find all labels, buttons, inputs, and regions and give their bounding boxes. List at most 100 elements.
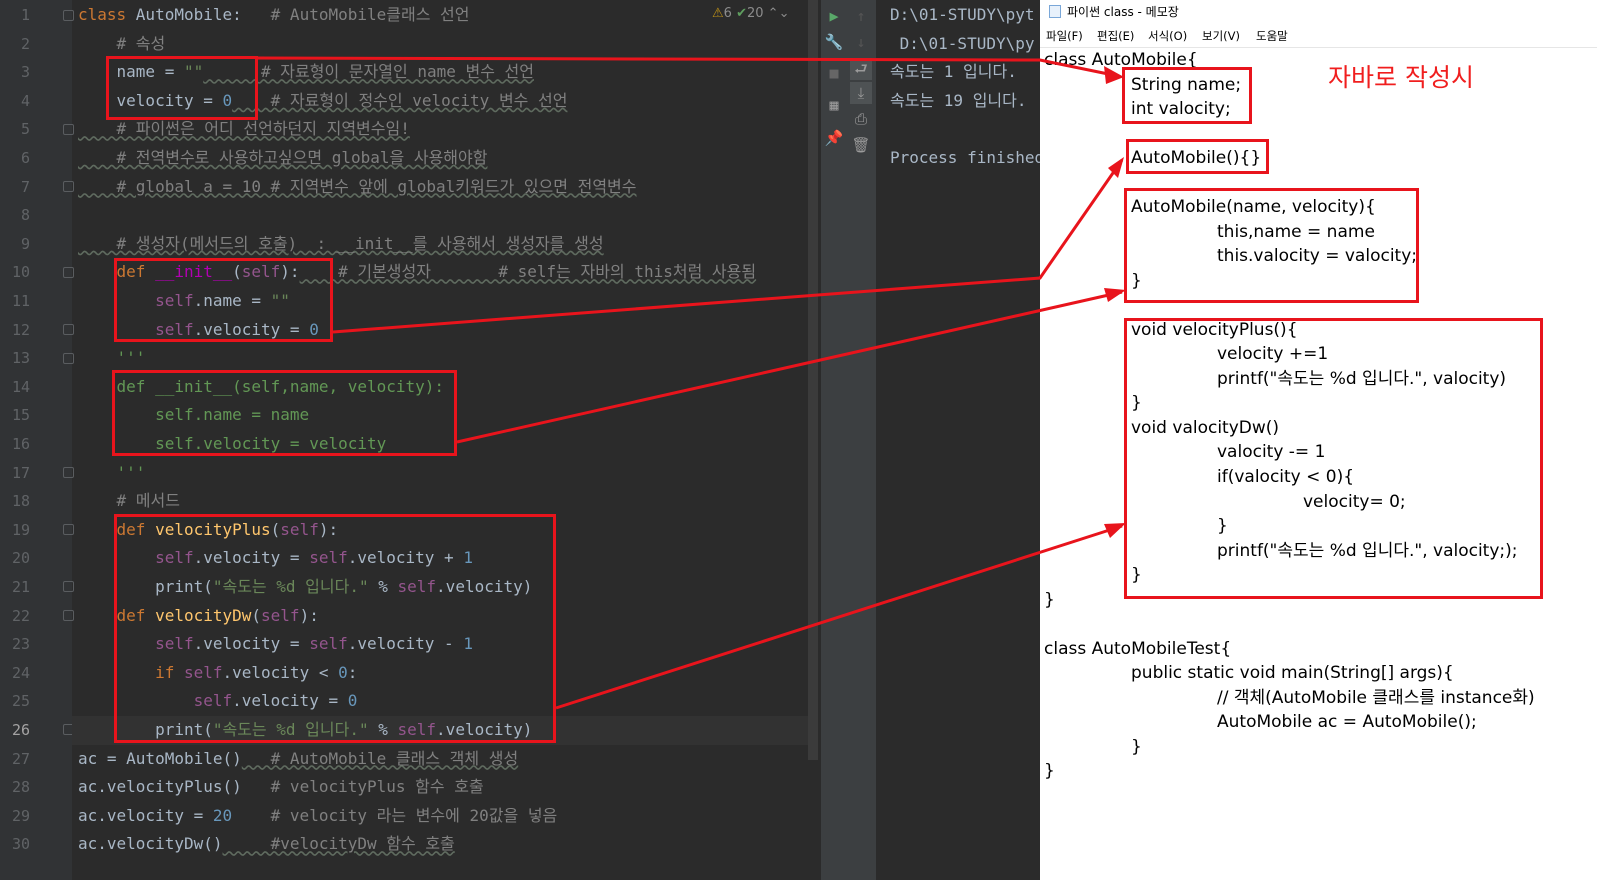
- comment: # 기본생성자 # self는 자바의 this처럼 사용됨: [299, 262, 757, 282]
- line-number: 20: [11, 549, 30, 568]
- line-number: 21: [11, 578, 30, 596]
- comment: # 파이썬은 어디 선언하던지 지역변수임!: [78, 119, 410, 139]
- line-number: 7: [20, 177, 30, 196]
- trash-icon[interactable]: 🗑: [850, 134, 872, 156]
- menu-edit[interactable]: 편집(E): [1097, 25, 1134, 47]
- line-number: 15: [11, 406, 30, 425]
- weak-warning-count: 20: [746, 6, 764, 21]
- code-line[interactable]: # 메서드: [78, 487, 180, 516]
- console-line: D:\01-STUDY\pyt: [890, 5, 1035, 24]
- run-icon[interactable]: ▶: [823, 5, 845, 27]
- warning-count: 6: [723, 6, 732, 21]
- code: ac.velocityPlus(): [78, 777, 242, 797]
- fold-marker-icon[interactable]: [63, 467, 74, 478]
- code-line[interactable]: ac.velocityPlus() # velocityPlus 함수 호출: [78, 773, 484, 802]
- line-number: 13: [11, 349, 30, 368]
- code-line[interactable]: # global a = 10 # 지역변수 앞에 global키워드가 있으면…: [78, 173, 637, 202]
- menu-help[interactable]: 도움말: [1256, 25, 1288, 47]
- line-number: 18: [11, 492, 30, 511]
- comment: # 메서드: [78, 491, 180, 511]
- comment: # 속성: [78, 33, 166, 53]
- text-line: // 객체(AutoMobile 클래스를 instance화): [1217, 688, 1535, 708]
- line-number: 9: [20, 234, 30, 253]
- code-line[interactable]: # 전역변수로 사용하고싶으면 global을 사용해야함: [78, 144, 488, 173]
- comment: # AutoMobile 클래스 객체 생성: [241, 748, 519, 768]
- menu-view[interactable]: 보기(V): [1202, 25, 1240, 47]
- menu-format[interactable]: 서식(O): [1148, 25, 1187, 47]
- code-line[interactable]: ac = AutoMobile() # AutoMobile 클래스 객체 생성: [78, 745, 518, 774]
- highlight-box-java-fields: [1122, 67, 1252, 124]
- arrow-up-icon[interactable]: ↑: [850, 5, 872, 27]
- code-line[interactable]: class AutoMobile: # AutoMobile클래스 선언: [78, 1, 470, 30]
- fold-marker-icon[interactable]: [63, 610, 74, 621]
- fold-marker-icon[interactable]: [63, 581, 74, 592]
- comment: # global a = 10 # 지역변수 앞에 global키워드가 있으면…: [78, 176, 637, 196]
- line-number: 2: [20, 34, 30, 53]
- fold-marker-icon[interactable]: [63, 124, 74, 135]
- menu-file[interactable]: 파일(F): [1046, 25, 1083, 47]
- line-number: 25: [11, 692, 30, 711]
- fold-marker-icon[interactable]: [63, 10, 74, 21]
- comment: # 생성자(메서드의 호출) : __init__를 사용해서 생성자를 생성: [78, 233, 604, 253]
- text-line: }: [1131, 737, 1142, 757]
- comment: # 전역변수로 사용하고싶으면 global을 사용해야함: [78, 148, 488, 167]
- code-line[interactable]: ac.velocityDw() #velocityDw 함수 호출: [78, 830, 455, 859]
- comment: # velocity 라는 변수에 20값을 넣음: [232, 805, 558, 825]
- code-line[interactable]: # 속성: [78, 30, 166, 59]
- print-icon[interactable]: ⎙: [850, 108, 872, 130]
- chevron-down-icon[interactable]: ⌄: [779, 6, 790, 21]
- comment: # AutoMobile클래스 선언: [241, 5, 470, 24]
- run-console[interactable]: D:\01-STUDY\pyt D:\01-STUDY\py 속도는 1 입니다…: [876, 0, 1046, 880]
- window-title: 파이썬 class - 메모장: [1067, 5, 1179, 19]
- fold-marker-icon[interactable]: [63, 324, 74, 335]
- arrow-down-icon[interactable]: ↓: [850, 31, 872, 53]
- code: ac.velocity =: [78, 805, 213, 825]
- scroll-to-end-icon[interactable]: ⤓: [850, 82, 872, 104]
- code-line[interactable]: ''': [78, 459, 146, 488]
- text-line: public static void main(String[] args){: [1131, 663, 1454, 683]
- console-line: Process finished: [890, 148, 1045, 167]
- soft-wrap-icon[interactable]: ⮐: [850, 58, 872, 80]
- fold-marker-icon[interactable]: [63, 353, 74, 364]
- line-number-current: 26: [11, 721, 30, 739]
- fold-marker-icon[interactable]: [63, 267, 74, 278]
- layout-icon[interactable]: ▦: [823, 94, 845, 116]
- pin-icon[interactable]: 📌: [823, 127, 845, 149]
- highlight-box-java-param-ctor: [1124, 188, 1419, 303]
- line-number: 12: [11, 320, 30, 339]
- fold-marker-icon[interactable]: [63, 524, 74, 535]
- class-name: AutoMobile:: [135, 5, 242, 24]
- line-number: 29: [11, 806, 30, 825]
- line-number: 14: [11, 377, 30, 396]
- menu-bar: 파일(F) 편집(E) 서식(O) 보기(V) 도움말: [1040, 25, 1597, 48]
- code-line[interactable]: ac.velocity = 20 # velocity 라는 변수에 20값을 …: [78, 802, 557, 831]
- line-number: 19: [11, 520, 30, 539]
- console-line: 속도는 19 입니다.: [890, 90, 1027, 110]
- text-line: }: [1044, 590, 1055, 610]
- highlight-box-param-constructor: [112, 370, 457, 456]
- text-line: }: [1044, 761, 1055, 781]
- chevron-up-icon[interactable]: ⌃: [768, 6, 779, 21]
- comment: # velocityPlus 함수 호출: [241, 777, 484, 797]
- line-number: 17: [11, 463, 30, 482]
- editor-scrollbar[interactable]: [808, 0, 818, 760]
- code-line[interactable]: ''': [78, 344, 146, 373]
- line-number: 8: [20, 206, 30, 225]
- fold-marker-icon[interactable]: [63, 181, 74, 192]
- highlight-box-java-default-ctor: [1126, 139, 1269, 174]
- wrench-icon[interactable]: 🔧: [823, 31, 845, 53]
- line-number: 28: [11, 778, 30, 797]
- line-number: 10: [11, 263, 30, 282]
- code-line[interactable]: # 생성자(메서드의 호출) : __init__를 사용해서 생성자를 생성: [78, 230, 604, 259]
- console-line: 속도는 1 입니다.: [890, 62, 1017, 82]
- comment: #velocityDw 함수 호출: [222, 834, 455, 854]
- line-number: 24: [11, 663, 30, 682]
- line-number: 4: [20, 91, 30, 110]
- stop-icon[interactable]: ■: [823, 62, 845, 84]
- line-number: 1: [20, 6, 30, 24]
- code: ac.velocityDw(): [78, 834, 223, 854]
- line-number: 27: [11, 749, 30, 768]
- inspection-widget[interactable]: ⚠6 ✔20 ⌃⌄: [712, 6, 789, 21]
- line-number: 16: [11, 435, 30, 453]
- highlight-box-attributes: [106, 56, 258, 120]
